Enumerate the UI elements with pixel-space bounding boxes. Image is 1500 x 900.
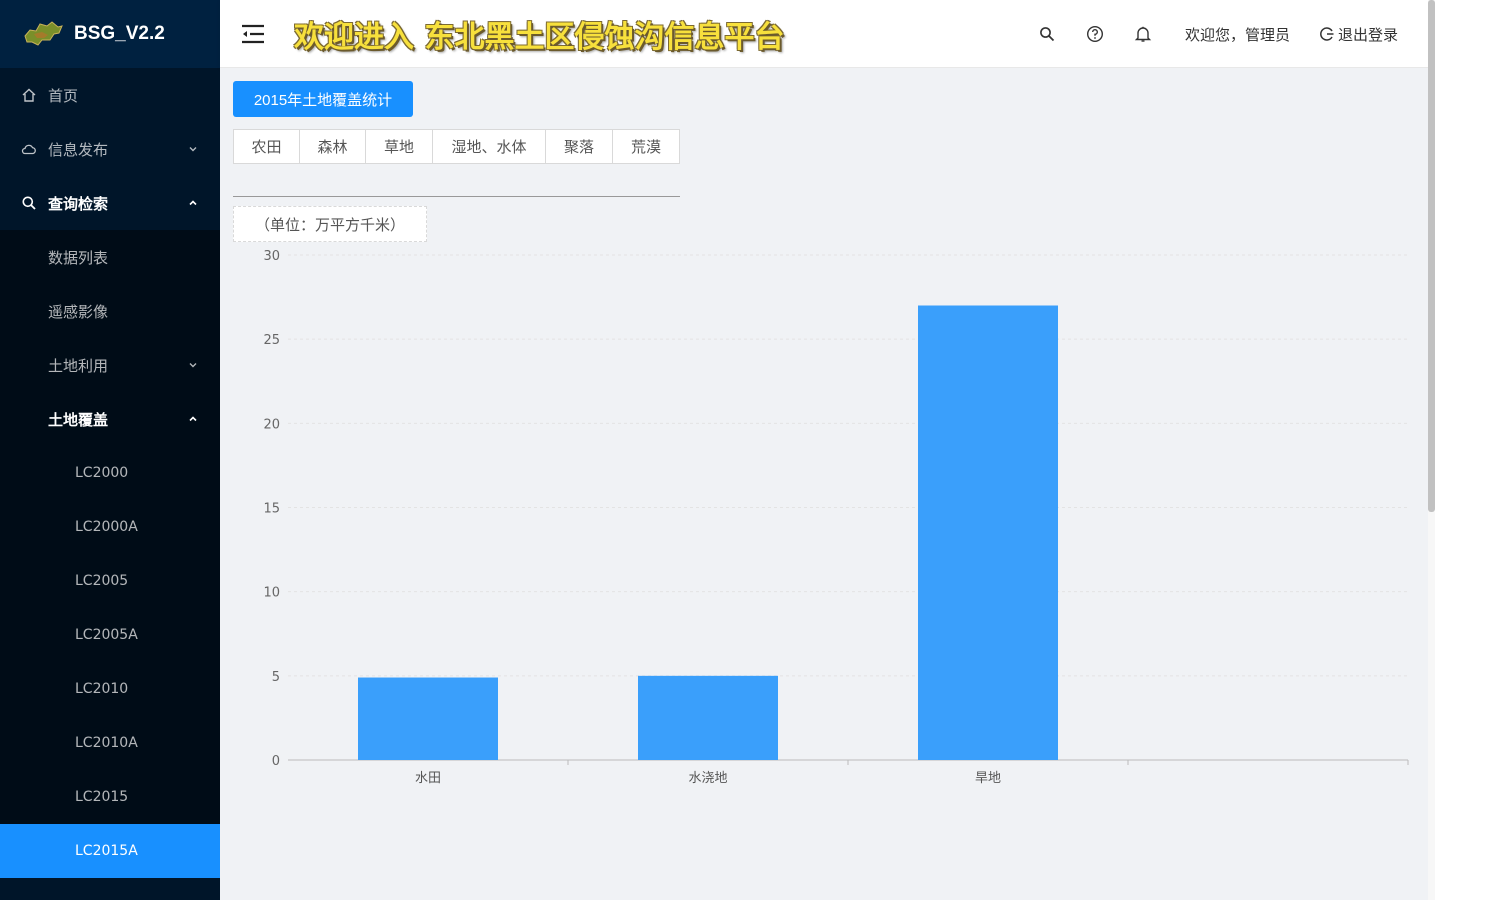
land-cover-stats-button[interactable]: 2015年土地覆盖统计: [233, 81, 413, 117]
query-submenu: 数据列表 遥感影像 土地利用 土地覆盖 LC2000 LC2000A LC200…: [0, 230, 220, 878]
tab-forest[interactable]: 森林: [300, 130, 366, 163]
unit-label: （单位：万平方千米）: [233, 206, 427, 242]
sidebar-item-label: LC2000A: [75, 519, 138, 535]
y-tick-label: 20: [263, 417, 280, 432]
scrollbar[interactable]: [1428, 0, 1435, 900]
y-tick-label: 0: [272, 754, 280, 769]
header-actions: 欢迎您，管理员 退出登录: [1023, 0, 1398, 68]
sidebar-item-home[interactable]: 首页: [0, 68, 220, 122]
sidebar-item-lc2000[interactable]: LC2000: [0, 446, 220, 500]
sidebar-item-label: 土地利用: [48, 356, 109, 375]
bar: [918, 305, 1058, 760]
logout-button[interactable]: 退出登录: [1318, 24, 1398, 45]
x-tick-label: 水浇地: [688, 771, 727, 786]
cloud-icon: [20, 140, 38, 158]
help-icon[interactable]: [1086, 25, 1104, 43]
sidebar-item-lc2010[interactable]: LC2010: [0, 662, 220, 716]
sidebar-item-label: LC2005A: [75, 627, 138, 643]
bar: [358, 677, 498, 760]
sidebar-item-publish[interactable]: 信息发布: [0, 122, 220, 176]
sidebar-item-lc2015a[interactable]: LC2015A: [0, 824, 220, 878]
bell-icon[interactable]: [1134, 25, 1152, 43]
tab-farmland[interactable]: 农田: [234, 130, 300, 163]
tab-divider: [233, 196, 680, 197]
category-tabs: 农田 森林 草地 湿地、水体 聚落 荒漠: [233, 129, 680, 164]
sidebar-item-label: 首页: [48, 86, 79, 105]
y-tick-label: 25: [263, 333, 280, 348]
main-content: 2015年土地覆盖统计 农田 森林 草地 湿地、水体 聚落 荒漠 （单位：万平方…: [220, 68, 1428, 900]
menu-fold-icon[interactable]: [240, 23, 266, 45]
bar: [638, 675, 778, 760]
app-title: BSG_V2.2: [74, 23, 165, 44]
land-cover-submenu: LC2000 LC2000A LC2005 LC2005A LC2010 LC2…: [0, 446, 220, 878]
sidebar-item-label: LC2015A: [75, 843, 138, 859]
chevron-down-icon: [188, 360, 198, 370]
home-icon: [20, 86, 38, 104]
search-icon: [20, 194, 38, 212]
bar-chart: 0 5 10 15 20 25 30 水田 水浇地 旱地: [263, 249, 1409, 786]
x-tick-label: 水田: [415, 771, 441, 786]
sidebar-item-label: LC2010A: [75, 735, 138, 751]
sidebar: BSG_V2.2 首页 信息发布 查询检索 数据列表 遥感影像 土地利用 土地覆…: [0, 0, 220, 900]
scrollbar-thumb[interactable]: [1428, 0, 1435, 512]
sidebar-item-lc2005[interactable]: LC2005: [0, 554, 220, 608]
sidebar-item-query[interactable]: 查询检索: [0, 176, 220, 230]
x-tick-label: 旱地: [975, 771, 1001, 786]
platform-banner: 欢迎进入 东北黑土区侵蚀沟信息平台: [294, 19, 785, 55]
sidebar-item-label: 数据列表: [48, 248, 109, 267]
search-icon[interactable]: [1038, 25, 1056, 43]
app-root: BSG_V2.2 首页 信息发布 查询检索 数据列表 遥感影像 土地利用 土地覆…: [0, 0, 1500, 900]
tab-desert[interactable]: 荒漠: [613, 130, 679, 163]
sidebar-item-lc2000a[interactable]: LC2000A: [0, 500, 220, 554]
logout-icon: [1318, 25, 1336, 43]
sidebar-item-label: LC2010: [75, 681, 129, 697]
sidebar-item-data-list[interactable]: 数据列表: [0, 230, 220, 284]
header: 欢迎进入 东北黑土区侵蚀沟信息平台 欢迎您，管理员 退出登录: [220, 0, 1428, 68]
sidebar-item-lc2015[interactable]: LC2015: [0, 770, 220, 824]
logo-map-icon: [24, 21, 63, 46]
logout-label: 退出登录: [1337, 25, 1398, 44]
logo[interactable]: BSG_V2.2: [0, 0, 220, 68]
y-tick-label: 30: [263, 249, 280, 264]
tab-wetland-water[interactable]: 湿地、水体: [433, 130, 546, 163]
sidebar-item-label: 信息发布: [48, 140, 109, 159]
tab-grassland[interactable]: 草地: [366, 130, 433, 163]
sidebar-item-label: 土地覆盖: [48, 410, 109, 429]
chevron-up-icon: [188, 198, 198, 208]
chevron-down-icon: [188, 144, 198, 154]
sidebar-item-land-cover[interactable]: 土地覆盖: [0, 392, 220, 446]
chevron-up-icon: [188, 414, 198, 424]
sidebar-item-remote-sensing[interactable]: 遥感影像: [0, 284, 220, 338]
sidebar-item-label: 遥感影像: [48, 302, 109, 321]
y-tick-label: 15: [263, 502, 280, 517]
sidebar-item-land-use[interactable]: 土地利用: [0, 338, 220, 392]
sidebar-item-lc2005a[interactable]: LC2005A: [0, 608, 220, 662]
sidebar-item-label: LC2000: [75, 465, 129, 481]
y-tick-label: 5: [272, 670, 280, 685]
y-tick-label: 10: [263, 586, 280, 601]
tab-settlement[interactable]: 聚落: [546, 130, 613, 163]
sidebar-item-label: 查询检索: [48, 194, 109, 213]
welcome-text: 欢迎您，管理员: [1184, 25, 1290, 44]
sidebar-item-label: LC2005: [75, 573, 129, 589]
sidebar-item-lc2010a[interactable]: LC2010A: [0, 716, 220, 770]
sidebar-item-label: LC2015: [75, 789, 129, 805]
